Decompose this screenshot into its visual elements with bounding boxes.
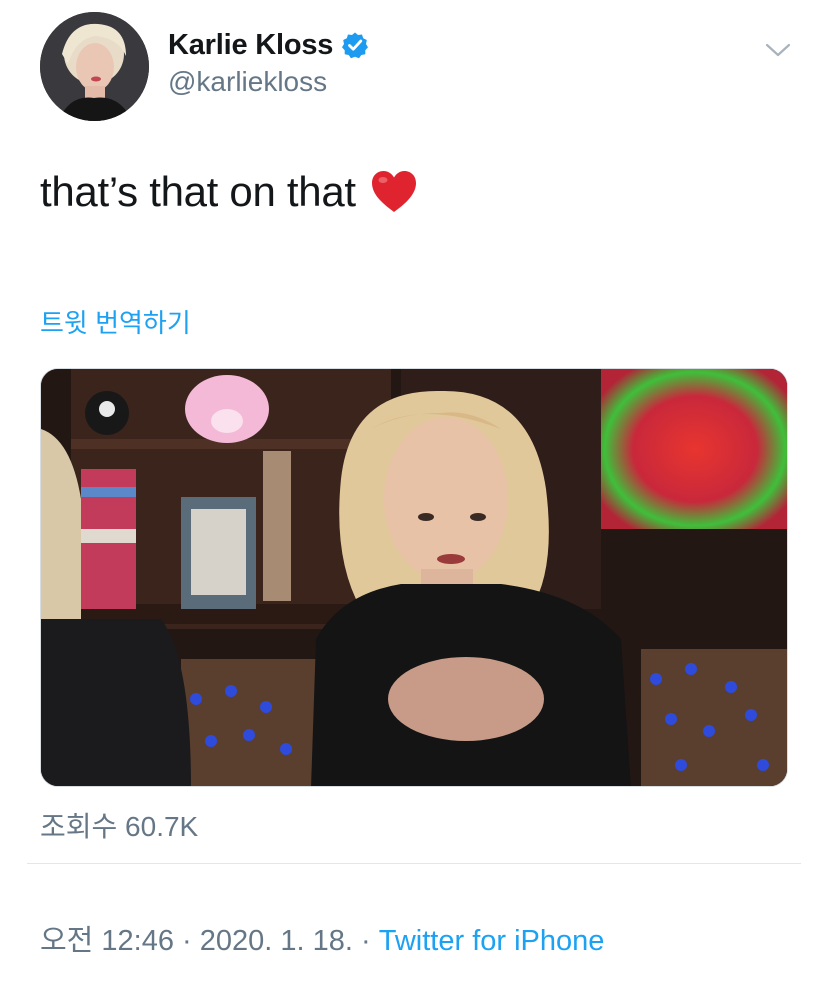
- tweet-source-link[interactable]: Twitter for iPhone: [379, 925, 605, 957]
- tweet-date[interactable]: 2020. 1. 18.: [200, 925, 353, 957]
- avatar[interactable]: [40, 12, 149, 121]
- display-name[interactable]: Karlie Kloss: [168, 29, 333, 62]
- meta-separator: ·: [174, 925, 200, 957]
- chevron-down-icon[interactable]: [764, 36, 792, 64]
- author-handle[interactable]: @karliekloss: [168, 66, 369, 98]
- tweet-text: that’s that on that: [40, 168, 418, 216]
- display-name-row: Karlie Kloss: [168, 26, 369, 64]
- red-heart-emoji: [370, 169, 418, 215]
- translate-tweet-link[interactable]: 트윗 번역하기: [40, 303, 191, 340]
- tweet-text-content: that’s that on that: [40, 168, 356, 215]
- tweet-time[interactable]: 오전 12:46: [40, 925, 174, 957]
- tweet-header: Karlie Kloss @karliekloss: [40, 12, 800, 122]
- verified-badge-icon: [341, 31, 369, 59]
- meta-separator: ·: [352, 925, 379, 957]
- divider: [27, 863, 801, 864]
- author-names: Karlie Kloss @karliekloss: [168, 26, 369, 98]
- tweet-meta: 오전 12:46 · 2020. 1. 18. · Twitter for iP…: [40, 917, 604, 959]
- view-count: 조회수 60.7K: [40, 811, 199, 842]
- video-media[interactable]: [40, 368, 788, 787]
